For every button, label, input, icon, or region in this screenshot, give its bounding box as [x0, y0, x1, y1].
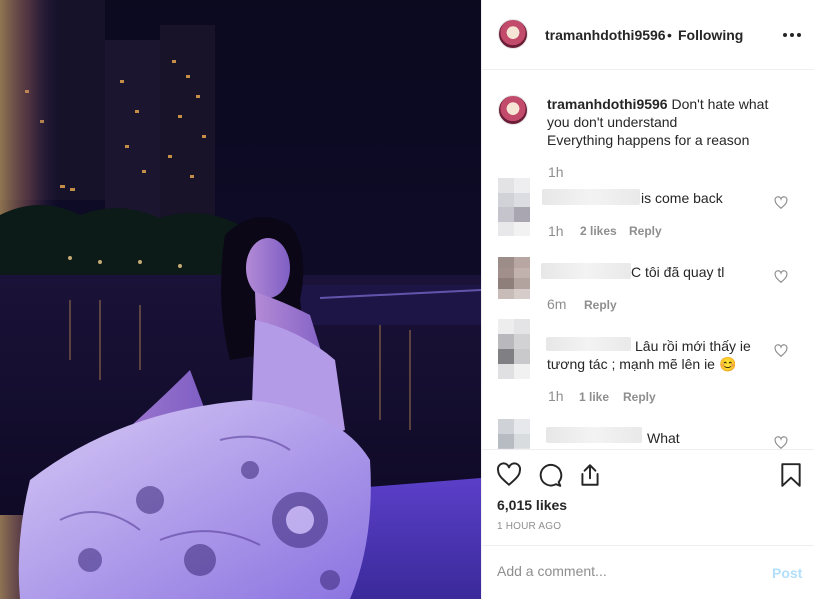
- caption-line-3: Everything happens for a reason: [547, 132, 750, 148]
- header-separator: •: [667, 27, 672, 43]
- commenter-avatar-4[interactable]: [498, 419, 530, 449]
- comment-2-time: 6m: [547, 296, 567, 312]
- caption-line-2: you don't understand: [547, 114, 678, 130]
- post-actions: 6,015 likes 1 HOUR AGO Post: [482, 449, 814, 599]
- comment-icon[interactable]: [537, 462, 563, 488]
- commenter-name-blurred: [541, 263, 631, 279]
- caption-avatar[interactable]: [498, 95, 528, 125]
- caption-line-1: Don't hate what: [671, 96, 769, 112]
- add-comment-bar: Post: [482, 545, 814, 600]
- bookmark-icon[interactable]: [778, 462, 804, 488]
- commenter-avatar-3[interactable]: [498, 319, 530, 379]
- comment-2-text: C tôi đã quay tl: [631, 264, 725, 280]
- caption-username[interactable]: tramanhdothi9596: [547, 96, 668, 112]
- like-comment-heart-icon[interactable]: [774, 344, 788, 358]
- comment-1-text: is come back: [641, 190, 723, 206]
- post-photo[interactable]: [0, 0, 481, 599]
- like-comment-heart-icon[interactable]: [774, 196, 788, 210]
- comment-3-time: 1h: [548, 388, 564, 404]
- like-comment-heart-icon[interactable]: [774, 436, 788, 449]
- commenter-name-blurred: [546, 427, 642, 443]
- smile-emoji: 😊: [719, 356, 737, 372]
- comment-3-line-1: Lâu rồi mới thấy ie: [635, 338, 751, 354]
- comment-2-reply[interactable]: Reply: [584, 298, 617, 312]
- commenter-avatar-1[interactable]: [498, 178, 530, 236]
- post-header: tramanhdothi9596 • Following: [482, 0, 814, 70]
- comment-1-reply[interactable]: Reply: [629, 224, 662, 238]
- comment-1-time: 1h: [548, 223, 564, 239]
- avatar[interactable]: [498, 19, 528, 49]
- share-icon[interactable]: [577, 462, 603, 488]
- commenter-name-blurred: [546, 337, 631, 351]
- caption: tramanhdothi9596 Don't hate what you don…: [547, 95, 797, 149]
- comment-3-likes[interactable]: 1 like: [579, 390, 609, 404]
- heart-icon[interactable]: [496, 462, 522, 488]
- comment-3-reply[interactable]: Reply: [623, 390, 656, 404]
- caption-time: 1h: [548, 164, 564, 180]
- commenter-avatar-2[interactable]: [498, 257, 530, 299]
- comment-4-text: What: [647, 430, 680, 446]
- comment-1-likes[interactable]: 2 likes: [580, 224, 617, 238]
- comment-3-line-2: tương tác ; mạnh mẽ lên ie: [547, 356, 715, 372]
- likes-count[interactable]: 6,015 likes: [497, 497, 567, 513]
- post-comment-button[interactable]: Post: [772, 565, 802, 581]
- comments-section[interactable]: tramanhdothi9596 Don't hate what you don…: [482, 71, 814, 449]
- commenter-name-blurred: [542, 189, 640, 205]
- header-username[interactable]: tramanhdothi9596: [545, 27, 666, 43]
- post-side-panel: tramanhdothi9596 • Following tramanhdoth…: [481, 0, 814, 599]
- more-options-icon[interactable]: [782, 25, 802, 45]
- following-button[interactable]: Following: [678, 27, 743, 43]
- post-timestamp[interactable]: 1 HOUR AGO: [497, 521, 561, 532]
- night-photo-image: [0, 0, 481, 599]
- like-comment-heart-icon[interactable]: [774, 270, 788, 284]
- add-comment-input[interactable]: [497, 563, 757, 579]
